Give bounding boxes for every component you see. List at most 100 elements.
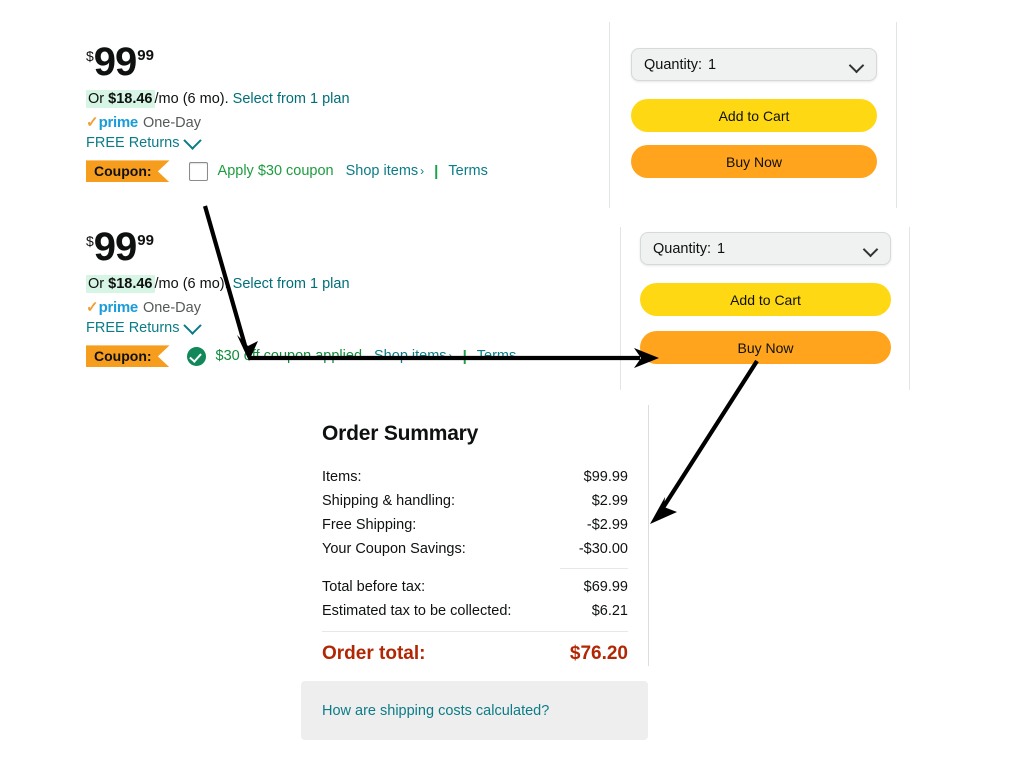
coupon-checkbox[interactable] (188, 161, 208, 181)
installment-highlight: Or $18.46 (86, 89, 155, 108)
add-to-cart-label: Add to Cart (718, 107, 790, 124)
buy-now-button-2[interactable]: Buy Now (640, 331, 891, 364)
add-to-cart-label: Add to Cart (730, 291, 801, 308)
installment-line-2: Or $18.46/mo (6 mo). Select from 1 plan (86, 274, 516, 295)
summary-row: Items: $99.99 (322, 465, 628, 489)
installment-suffix: /mo (6 mo). (154, 275, 229, 292)
summary-row: Your Coupon Savings: -$30.00 (322, 537, 628, 561)
order-total-label: Order total: (322, 643, 426, 664)
summary-row: Estimated tax to be collected: $6.21 (322, 599, 628, 623)
installment-prefix: Or (88, 90, 105, 107)
installment-highlight: Or $18.46 (86, 274, 155, 293)
summary-row-value: $6.21 (591, 603, 628, 619)
free-returns-label: FREE Returns (86, 135, 180, 152)
coupon-row-1: Coupon: Apply $30 coupon Shop items › | T… (86, 160, 488, 183)
add-to-cart-button-2[interactable]: Add to Cart (640, 283, 891, 316)
summary-row-value: -$30.00 (578, 541, 628, 557)
buy-now-label: Buy Now (737, 339, 794, 356)
chevron-right-icon: › (420, 164, 425, 179)
prime-check-icon: ✓ (86, 299, 99, 317)
shop-items-link[interactable]: Shop items › (374, 348, 453, 364)
buy-now-label: Buy Now (725, 153, 783, 170)
shipping-costs-link[interactable]: How are shipping costs calculated? (322, 703, 549, 719)
order-total-row: Order total: $76.20 (322, 643, 628, 665)
quantity-label: Quantity: (653, 240, 712, 257)
summary-divider-full (322, 631, 628, 632)
summary-row-value: $99.99 (583, 469, 628, 485)
order-summary-title: Order Summary (322, 422, 479, 445)
price-1: $ 99 99 (86, 40, 488, 84)
chevron-down-icon (848, 57, 865, 74)
terms-link[interactable]: Terms (477, 348, 516, 364)
installment-line-1: Or $18.46/mo (6 mo). Select from 1 plan (86, 89, 488, 110)
summary-row: Free Shipping: -$2.99 (322, 513, 628, 537)
summary-row-label: Free Shipping: (322, 517, 417, 533)
chevron-down-icon (183, 316, 203, 335)
free-returns-label: FREE Returns (86, 320, 180, 337)
prime-shipping-speed: One-Day (142, 115, 201, 132)
coupon-separator: | (462, 347, 467, 365)
shop-items-label: Shop items (345, 163, 419, 180)
free-returns-1[interactable]: FREE Returns (86, 131, 488, 152)
coupon-badge: Coupon: (86, 160, 170, 183)
summary-row-label: Items: (322, 469, 362, 485)
order-total-value: $76.20 (569, 643, 628, 664)
prime-logo: prime (98, 114, 139, 132)
prime-check-icon: ✓ (86, 114, 99, 132)
offer-block-2: $ 99 99 Or $18.46/mo (6 mo). Select from… (86, 225, 516, 368)
chevron-right-icon: › (448, 349, 453, 364)
terms-link[interactable]: Terms (448, 163, 487, 179)
coupon-separator: | (434, 162, 439, 180)
prime-logo: prime (98, 299, 139, 317)
shop-items-label: Shop items (374, 348, 447, 365)
installment-amount: $18.46 (108, 90, 153, 107)
free-returns-2[interactable]: FREE Returns (86, 316, 516, 337)
price-currency: $ (86, 233, 94, 249)
summary-row: Shipping & handling: $2.99 (322, 489, 628, 513)
prime-line-1: ✓ prime One-Day (86, 114, 488, 131)
quantity-value: 1 (717, 240, 726, 257)
buy-box-2: Quantity: 1 Add to Cart Buy Now (620, 227, 910, 390)
order-summary: Order Summary Items: $99.99 Shipping & h… (301, 405, 649, 666)
summary-row-value: $2.99 (591, 493, 628, 509)
summary-row: Total before tax: $69.99 (322, 575, 628, 599)
coupon-applied-label: $30 off coupon applied (215, 348, 363, 365)
quantity-label: Quantity: (644, 56, 703, 73)
screenshot-root: $ 99 99 Or $18.46/mo (6 mo). Select from… (0, 0, 1024, 768)
apply-coupon-label[interactable]: Apply $30 coupon (218, 163, 334, 179)
price-2: $ 99 99 (86, 225, 516, 269)
installment-prefix: Or (88, 275, 105, 292)
summary-row-label: Your Coupon Savings: (322, 541, 466, 557)
prime-shipping-speed: One-Day (142, 300, 201, 317)
buy-now-button-1[interactable]: Buy Now (631, 145, 877, 178)
coupon-badge: Coupon: (86, 345, 170, 368)
select-plan-link[interactable]: Select from 1 plan (233, 91, 350, 107)
prime-line-2: ✓ prime One-Day (86, 299, 516, 316)
add-to-cart-button-1[interactable]: Add to Cart (631, 99, 877, 132)
chevron-down-icon (183, 131, 203, 150)
price-whole: 99 (93, 225, 137, 269)
summary-row-value: -$2.99 (586, 517, 628, 533)
price-currency: $ (86, 48, 94, 64)
installment-suffix: /mo (6 mo). (154, 90, 229, 107)
offer-block-1: $ 99 99 Or $18.46/mo (6 mo). Select from… (86, 40, 488, 183)
summary-row-label: Estimated tax to be collected: (322, 603, 512, 619)
price-whole: 99 (93, 40, 137, 84)
shipping-costs-footer: How are shipping costs calculated? (301, 681, 648, 740)
quantity-value: 1 (708, 56, 717, 73)
summary-row-value: $69.99 (583, 579, 628, 595)
check-circle-icon (186, 346, 206, 366)
price-fraction: 99 (137, 232, 154, 249)
summary-divider-short (560, 568, 628, 569)
shop-items-link[interactable]: Shop items › (346, 163, 425, 179)
coupon-row-2: Coupon: $30 off coupon applied Shop item… (86, 345, 516, 368)
select-plan-link[interactable]: Select from 1 plan (233, 276, 350, 292)
installment-amount: $18.46 (108, 275, 153, 292)
quantity-select-2[interactable]: Quantity: 1 (640, 232, 891, 265)
price-fraction: 99 (137, 47, 154, 64)
order-summary-rows: Items: $99.99 Shipping & handling: $2.99… (322, 465, 628, 665)
summary-row-label: Total before tax: (322, 579, 426, 595)
chevron-down-icon (862, 241, 879, 258)
quantity-select-1[interactable]: Quantity: 1 (631, 48, 877, 81)
summary-row-label: Shipping & handling: (322, 493, 456, 509)
